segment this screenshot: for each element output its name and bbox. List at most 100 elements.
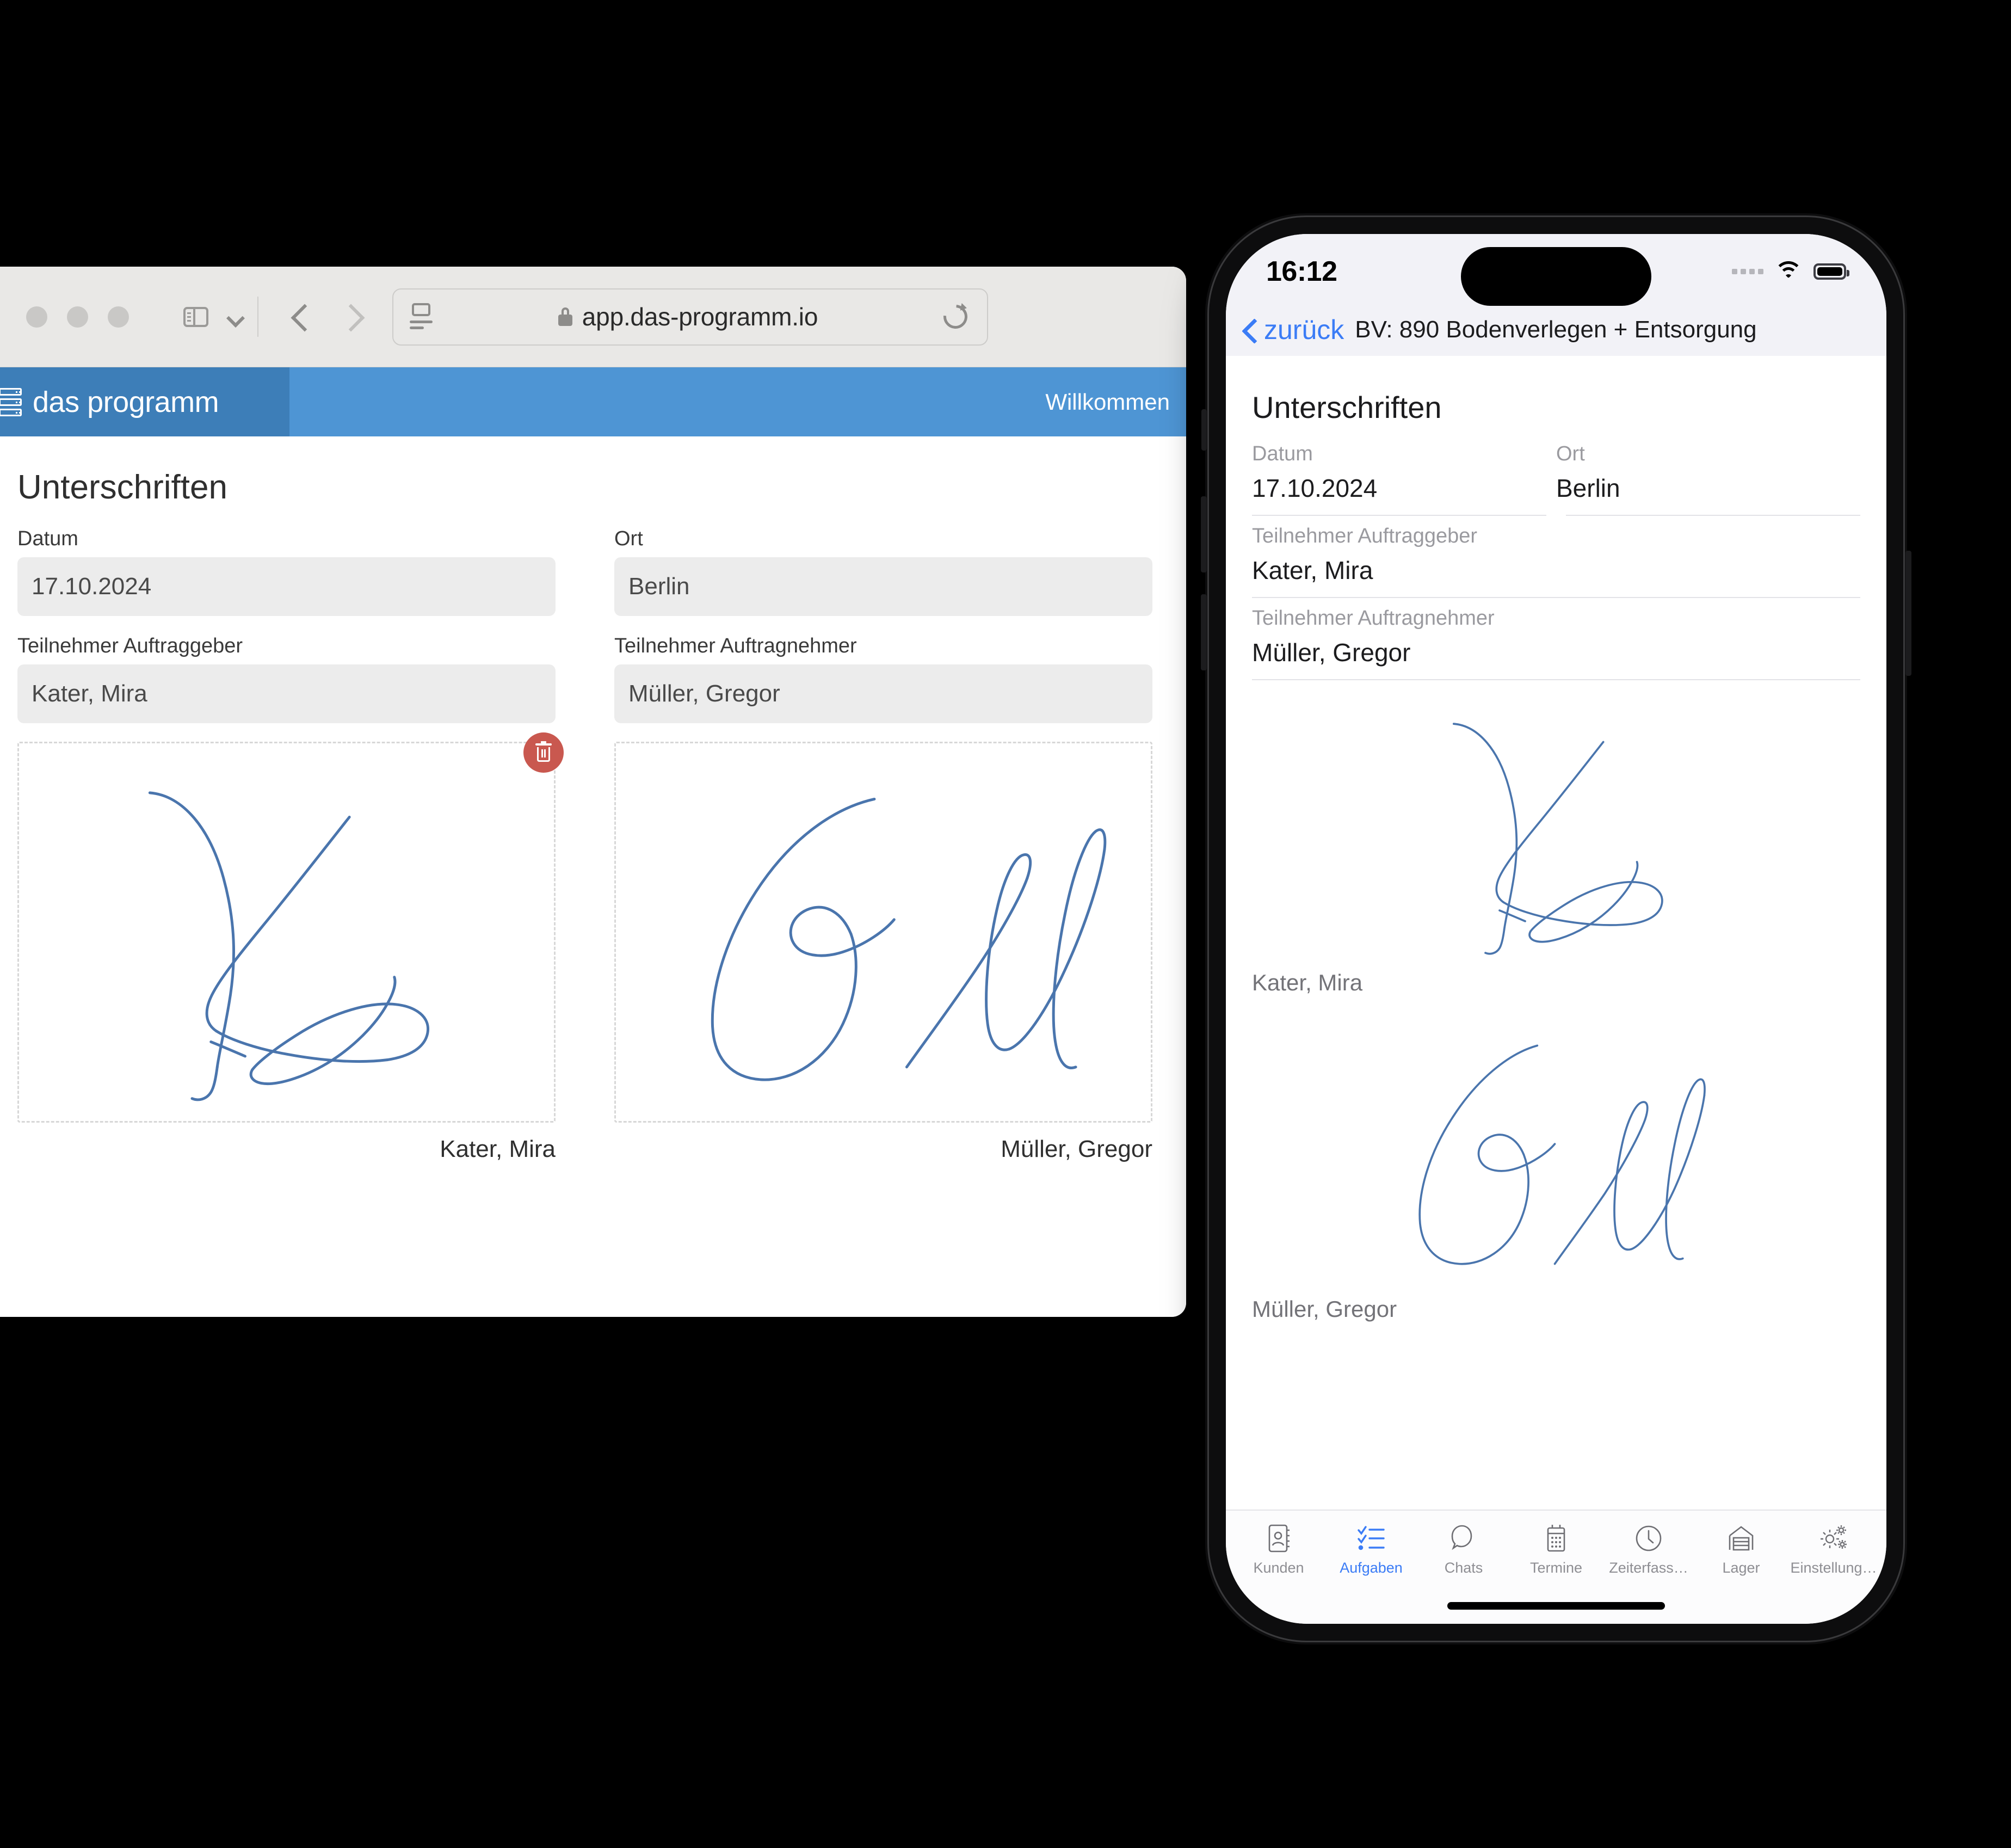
page-title: Unterschriften (17, 469, 227, 506)
chat-bubble-icon (1449, 1523, 1478, 1554)
browser-toolbar: app.das-programm.io (0, 267, 1186, 367)
gears-icon (1818, 1523, 1849, 1554)
contacts-book-icon (1266, 1523, 1291, 1554)
iphone-screen: 16:12 zurück BV: 890 Bodenverlegen + Ent… (1226, 234, 1886, 1624)
calendar-icon (1544, 1523, 1568, 1554)
signature-drawing-mueller-gregor (1418, 1044, 1706, 1265)
teilnehmer-auftragnehmer-field[interactable]: Müller, Gregor (614, 664, 1152, 723)
navigation-arrows[interactable] (292, 304, 359, 330)
ios-datum-value: 17.10.2024 (1252, 474, 1378, 502)
ios-nav-bar: zurück BV: 890 Bodenverlegen + Entsorgun… (1226, 304, 1886, 356)
url-text: app.das-programm.io (582, 303, 818, 331)
teilnehmer-auftraggeber-label: Teilnehmer Auftraggeber (17, 635, 243, 657)
iphone-device: 16:12 zurück BV: 890 Bodenverlegen + Ent… (1201, 213, 1911, 1644)
ort-field[interactable]: Berlin (614, 557, 1152, 616)
ios-field-datum[interactable]: Datum 17.10.2024 (1252, 434, 1556, 515)
status-time: 16:12 (1266, 256, 1337, 287)
ios-auftragnehmer-label: Teilnehmer Auftragnehmer (1252, 607, 1495, 630)
reload-icon[interactable] (943, 305, 967, 329)
power-button[interactable] (1905, 551, 1911, 676)
app-header: das programm Willkommen (0, 367, 1186, 436)
signature-column-auftraggeber: Datum 17.10.2024 Teilnehmer Auftraggeber… (17, 527, 564, 1163)
ios-signature-mueller-gregor (1252, 1013, 1860, 1296)
forward-icon (342, 304, 359, 330)
reader-icon[interactable] (410, 303, 433, 330)
back-icon[interactable] (292, 304, 309, 330)
window-traffic-lights[interactable] (26, 306, 129, 328)
welcome-text: Willkommen (1045, 389, 1170, 415)
ios-field-ort[interactable]: Ort Berlin (1556, 434, 1860, 515)
tab-chats[interactable]: Chats (1417, 1523, 1510, 1576)
signature-name-auftraggeber: Kater, Mira (440, 1136, 556, 1162)
tab-chats-label: Chats (1444, 1560, 1483, 1576)
ios-content: Unterschriften Datum 17.10.2024 Ort Berl… (1226, 356, 1886, 1510)
ios-status-bar: 16:12 (1226, 239, 1886, 306)
chevron-left-icon[interactable] (1243, 319, 1255, 341)
ios-ort-label: Ort (1556, 442, 1585, 465)
trash-icon (535, 741, 552, 762)
ios-auftraggeber-label: Teilnehmer Auftraggeber (1252, 525, 1478, 547)
ios-auftragnehmer-value: Müller, Gregor (1252, 638, 1411, 667)
mute-switch[interactable] (1201, 409, 1207, 451)
signature-drawing-kater-mira (148, 791, 430, 1101)
tab-lager[interactable]: Lager (1695, 1523, 1787, 1576)
signature-pad-auftraggeber[interactable] (17, 732, 564, 1123)
app-brand-label: das programm (33, 385, 219, 418)
ios-field-row-date-place: Datum 17.10.2024 Ort Berlin (1252, 434, 1860, 515)
chevron-down-icon[interactable] (228, 310, 242, 324)
volume-down-button[interactable] (1201, 594, 1207, 670)
safari-browser-window: app.das-programm.io das programm Willkom… (0, 267, 1186, 1317)
sidebar-toggle-button[interactable] (183, 306, 208, 327)
ios-signature-kater-mira (1252, 687, 1860, 970)
ort-label: Ort (614, 527, 643, 550)
warehouse-icon (1727, 1523, 1755, 1554)
ios-auftraggeber-value: Kater, Mira (1252, 556, 1373, 584)
ios-page-title: Unterschriften (1252, 390, 1442, 424)
server-stack-icon (0, 387, 22, 416)
volume-up-button[interactable] (1201, 496, 1207, 572)
app-brand[interactable]: das programm (0, 367, 289, 436)
tab-einstellungen[interactable]: Einstellung… (1787, 1523, 1880, 1576)
ios-top-area: 16:12 zurück BV: 890 Bodenverlegen + Ent… (1226, 234, 1886, 356)
ios-field-teilnehmer-auftraggeber[interactable]: Teilnehmer Auftraggeber Kater, Mira (1252, 516, 1860, 597)
tab-termine[interactable]: Termine (1510, 1523, 1602, 1576)
tab-termine-label: Termine (1529, 1560, 1583, 1576)
toolbar-divider (257, 297, 258, 337)
ios-signature-name-2: Müller, Gregor (1252, 1296, 1397, 1322)
lock-icon (558, 307, 572, 326)
dynamic-island (1461, 247, 1651, 306)
tab-einstellungen-label: Einstellung… (1790, 1560, 1877, 1576)
screenshot-stage: app.das-programm.io das programm Willkom… (0, 0, 2011, 1848)
wifi-icon (1774, 261, 1803, 282)
ios-signature-name-1: Kater, Mira (1252, 970, 1363, 995)
tab-aufgaben[interactable]: Aufgaben (1325, 1523, 1417, 1576)
ios-field-teilnehmer-auftragnehmer[interactable]: Teilnehmer Auftragnehmer Müller, Gregor (1252, 598, 1860, 679)
signature-form-grid: Datum 17.10.2024 Teilnehmer Auftraggeber… (17, 527, 1152, 1163)
back-button[interactable]: zurück (1264, 314, 1344, 346)
nav-title: BV: 890 Bodenverlegen + Entsorgung (1355, 316, 1757, 343)
signature-drawing-mueller-gregor (711, 797, 1107, 1081)
tab-zeiterfassung[interactable]: Zeiterfass… (1602, 1523, 1695, 1576)
sidebar-toggle-icon (183, 306, 208, 327)
signature-drawing-kater-mira (1452, 723, 1663, 955)
delete-signature-button[interactable] (523, 732, 564, 773)
app-header-bar: Willkommen (289, 367, 1186, 436)
teilnehmer-auftragnehmer-label: Teilnehmer Auftragnehmer (614, 635, 857, 657)
tab-kunden[interactable]: Kunden (1232, 1523, 1325, 1576)
datum-field[interactable]: 17.10.2024 (17, 557, 556, 616)
home-indicator[interactable] (1447, 1602, 1665, 1610)
signatures-page: Unterschriften Datum 17.10.2024 Teilnehm… (0, 436, 1186, 1317)
battery-icon (1813, 263, 1849, 280)
teilnehmer-auftraggeber-field[interactable]: Kater, Mira (17, 664, 556, 723)
address-bar-center: app.das-programm.io (433, 302, 943, 331)
zoom-window-button[interactable] (108, 306, 129, 328)
close-window-button[interactable] (26, 306, 47, 328)
minimize-window-button[interactable] (67, 306, 88, 328)
tab-zeiterfassung-label: Zeiterfass… (1609, 1560, 1688, 1576)
signature-name-auftragnehmer: Müller, Gregor (1001, 1136, 1152, 1162)
status-indicators (1732, 261, 1849, 282)
address-bar[interactable]: app.das-programm.io (392, 288, 988, 346)
ios-datum-label: Datum (1252, 442, 1313, 465)
signature-pad-auftragnehmer[interactable] (614, 742, 1152, 1123)
cellular-signal-icon (1732, 269, 1763, 274)
